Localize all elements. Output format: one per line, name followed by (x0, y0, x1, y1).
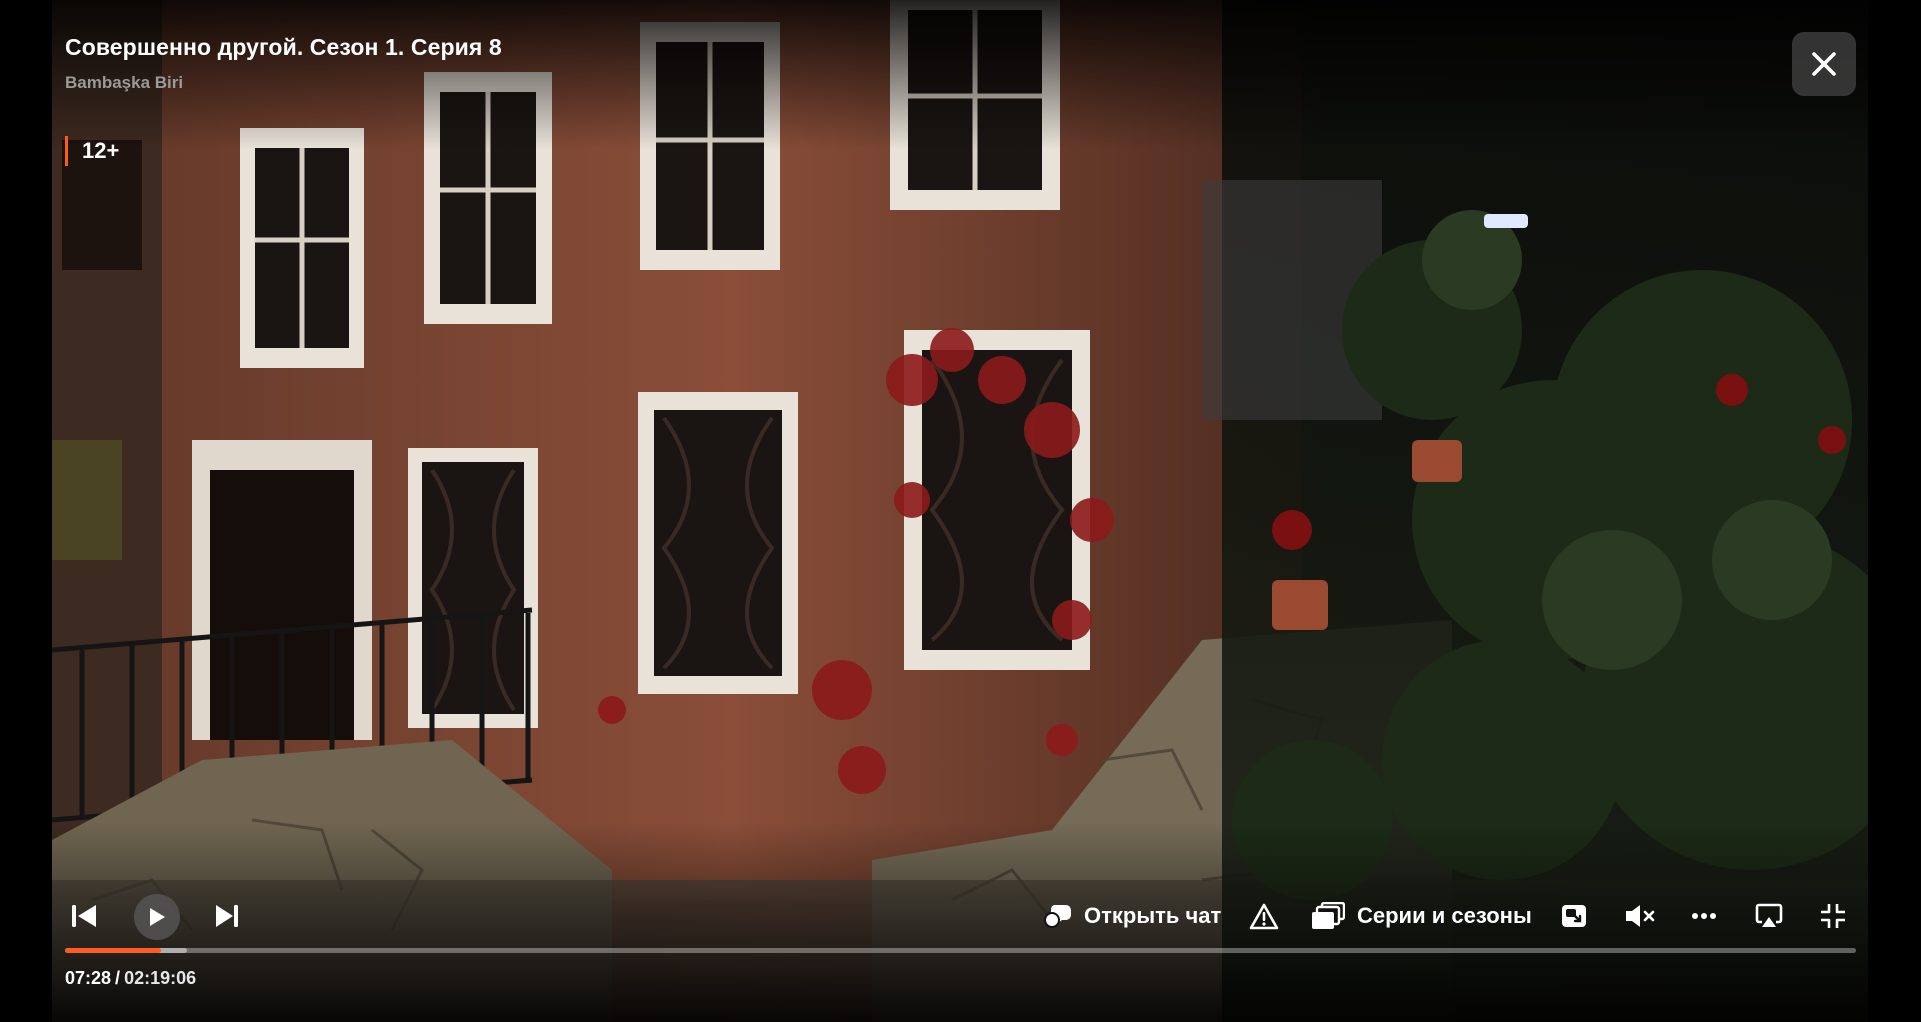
episode-title: Совершенно другой. Сезон 1. Серия 8 (65, 34, 502, 60)
exit-fullscreen-button[interactable] (1818, 898, 1848, 934)
more-options-button[interactable] (1690, 898, 1718, 934)
skip-next-icon (216, 905, 238, 927)
age-rating-badge: 12+ (65, 136, 119, 166)
more-horizontal-icon (1692, 913, 1716, 919)
chat-bubble-icon (1044, 905, 1071, 928)
play-button[interactable] (134, 894, 180, 940)
original-title: Bambaşka Biri (65, 73, 184, 92)
play-icon (150, 908, 165, 926)
airplay-icon (1755, 903, 1783, 927)
volume-button[interactable] (1622, 898, 1658, 934)
episodes-seasons-button[interactable]: Серии и сезоны (1311, 896, 1532, 936)
skip-previous-icon (72, 905, 96, 927)
progress-played (65, 948, 161, 953)
open-chat-button[interactable]: Открыть чат (1044, 896, 1221, 936)
time-separator: / (115, 968, 121, 988)
report-problem-button[interactable] (1247, 898, 1281, 934)
airplay-button[interactable] (1753, 898, 1785, 934)
episodes-stack-icon (1312, 902, 1345, 929)
exit-fullscreen-icon (1821, 904, 1845, 928)
time-display: 07:28/02:19:06 (65, 968, 196, 989)
close-button[interactable] (1792, 32, 1856, 96)
picture-in-picture-icon (1562, 905, 1586, 927)
next-episode-button[interactable] (212, 898, 242, 934)
episodes-seasons-label: Серии и сезоны (1357, 903, 1532, 928)
volume-muted-icon (1626, 905, 1655, 927)
total-duration: 02:19:06 (124, 968, 197, 988)
picture-in-picture-button[interactable] (1558, 898, 1590, 934)
progress-bar[interactable] (65, 948, 1856, 953)
warning-triangle-icon (1249, 903, 1279, 929)
top-gradient (0, 0, 1921, 150)
previous-episode-button[interactable] (68, 898, 100, 934)
current-time: 07:28 (65, 968, 112, 988)
close-icon (1812, 52, 1836, 76)
open-chat-label: Открыть чат (1084, 903, 1222, 928)
